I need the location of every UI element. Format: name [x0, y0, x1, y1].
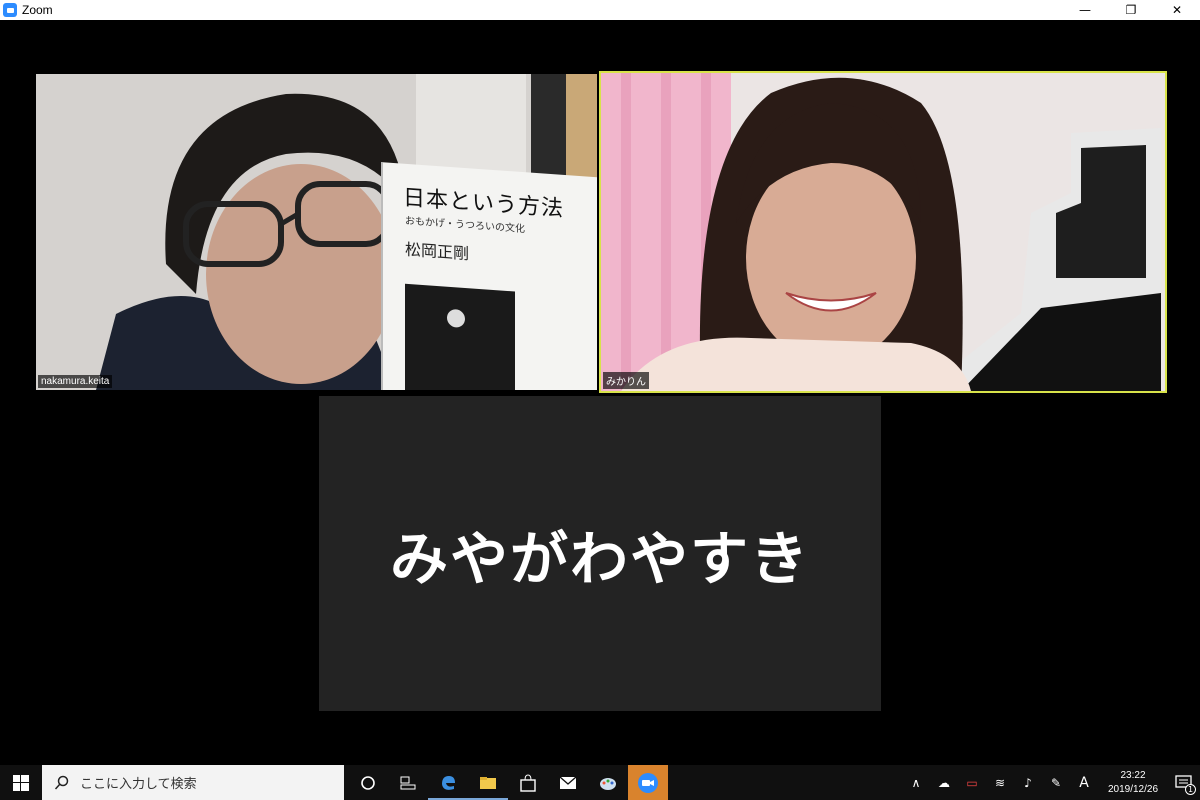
clock[interactable]: 23:22 2019/12/26	[1098, 769, 1168, 797]
paint-icon[interactable]	[588, 765, 628, 800]
battery-warning-icon[interactable]: ▭	[958, 765, 986, 800]
minimize-button[interactable]: —	[1062, 0, 1108, 20]
folder-icon	[480, 776, 496, 789]
window-title: Zoom	[22, 3, 53, 17]
participant-display-name: みやがわやすき	[389, 524, 810, 593]
window-titlebar: Zoom — ❐ ✕	[0, 0, 1200, 20]
search-icon	[54, 775, 69, 790]
chevron-up-icon[interactable]: ∧	[902, 765, 930, 800]
edge-logo-icon	[442, 775, 455, 790]
book-cover: 日本という方法 おもかげ・うつろいの文化 松岡正剛	[381, 162, 597, 390]
restore-button[interactable]: ❐	[1108, 0, 1154, 20]
cortana-circle-icon	[361, 775, 375, 790]
participant-name-tile[interactable]: みやがわやすき	[319, 396, 881, 711]
windows-logo-icon	[13, 774, 29, 791]
book-author: 松岡正剛	[405, 239, 470, 264]
clock-date: 2019/12/26	[1107, 783, 1159, 795]
zoom-app-icon	[3, 3, 17, 17]
window-controls: — ❐ ✕	[1062, 0, 1200, 20]
cortana-icon[interactable]	[348, 765, 388, 800]
task-view-icon[interactable]	[388, 765, 428, 800]
file-explorer-icon[interactable]	[468, 765, 508, 800]
clock-time: 23:22	[1120, 769, 1146, 781]
shopping-bag-icon	[520, 773, 536, 792]
taskbar-search-box[interactable]: ここに入力して検索	[42, 765, 344, 800]
system-tray: ∧ ☁ ▭ ≋ ♪ ✎ A 23:22 2019/12/26 1	[902, 765, 1200, 800]
pen-icon[interactable]: ✎	[1042, 765, 1070, 800]
zoom-taskbar-button[interactable]	[628, 765, 668, 800]
participant-video-feed	[601, 73, 1165, 391]
participant-name-tag: nakamura.keita	[38, 375, 113, 388]
book-cover-image	[405, 283, 515, 390]
start-button[interactable]	[0, 765, 42, 800]
windows-taskbar: ここに入力して検索 ∧ ☁ ▭ ≋ ♪ ✎ A 23:22 2019/12/26	[0, 765, 1200, 800]
active-speaker-video-tile[interactable]: みかりん	[599, 71, 1167, 393]
close-button[interactable]: ✕	[1154, 0, 1200, 20]
wifi-icon[interactable]: ≋	[986, 765, 1014, 800]
action-center-button[interactable]: 1	[1168, 765, 1200, 800]
zoom-logo-icon	[638, 772, 658, 793]
store-icon[interactable]	[508, 765, 548, 800]
palette-icon	[600, 777, 616, 790]
participant-name-tag: みかりん	[603, 372, 649, 389]
cloud-icon[interactable]: ☁	[930, 765, 958, 800]
moon-shape	[447, 308, 465, 329]
search-placeholder: ここに入力して検索	[80, 777, 197, 792]
notification-count-badge: 1	[1185, 784, 1196, 795]
envelope-icon	[559, 776, 577, 789]
volume-icon[interactable]: ♪	[1014, 765, 1042, 800]
edge-icon[interactable]	[428, 765, 468, 800]
participant-video-tile[interactable]: 日本という方法 おもかげ・うつろいの文化 松岡正剛 nakamura.keita	[36, 74, 597, 390]
ime-indicator[interactable]: A	[1070, 765, 1098, 800]
task-view-glyph-icon	[400, 776, 416, 789]
mail-icon[interactable]	[548, 765, 588, 800]
